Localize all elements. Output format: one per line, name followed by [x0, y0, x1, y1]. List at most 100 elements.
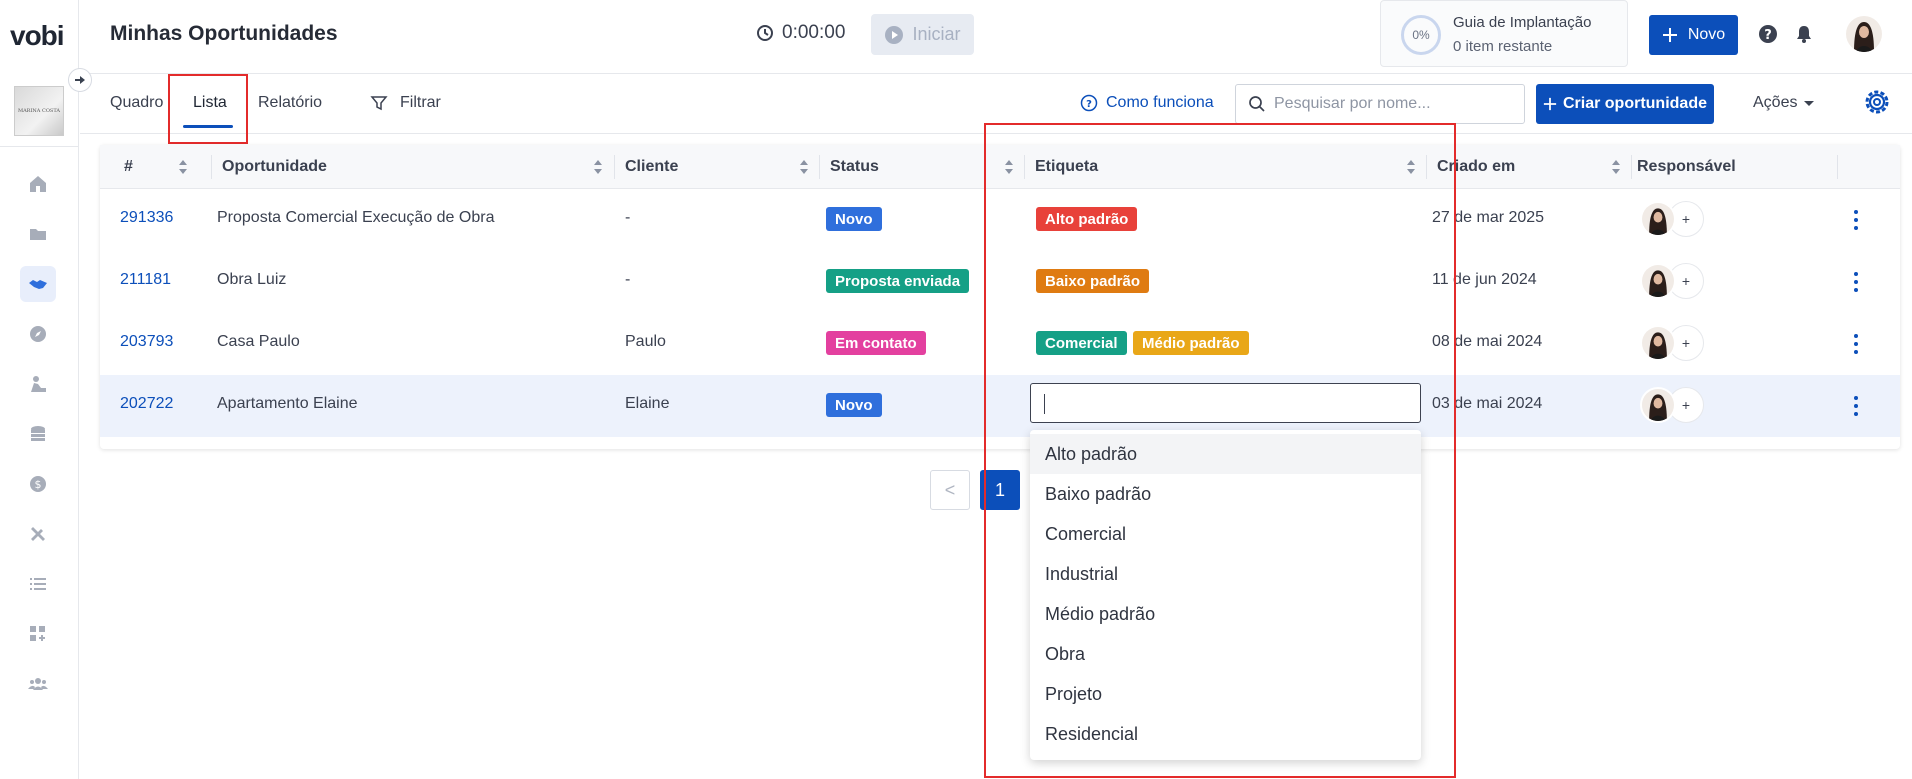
guide-title: Guia de Implantação — [1453, 14, 1592, 31]
start-timer-button[interactable]: Iniciar — [871, 14, 974, 55]
implementation-guide[interactable]: 0% Guia de Implantação 0 item restante — [1380, 0, 1628, 67]
column-separator — [1837, 155, 1838, 179]
responsible-avatar[interactable] — [1640, 201, 1676, 237]
how-it-works-label: Como funciona — [1106, 94, 1214, 111]
opportunity-id-link[interactable]: 211181 — [120, 271, 171, 289]
add-responsible-label: + — [1681, 273, 1691, 289]
client-name: Paulo — [625, 333, 666, 350]
sidebar-item-list[interactable] — [20, 566, 56, 602]
home-icon — [30, 176, 46, 192]
play-icon — [885, 25, 904, 44]
add-responsible-label: + — [1681, 335, 1691, 351]
sidebar-toggle-button[interactable] — [68, 68, 92, 92]
worker-icon — [31, 376, 46, 392]
avatar-photo — [1846, 16, 1882, 52]
sidebar-item-finance[interactable] — [20, 416, 56, 452]
question-circle-icon: ? — [1080, 94, 1098, 112]
tag-column-annotation-box — [984, 123, 1456, 778]
opportunity-id-link[interactable]: 202722 — [120, 395, 173, 413]
sidebar-item-projects[interactable] — [20, 216, 56, 252]
row-menu-icon — [1854, 210, 1858, 230]
tab-quadro[interactable]: Quadro — [110, 94, 163, 112]
add-responsible-label: + — [1681, 211, 1691, 227]
sidebar-item-team[interactable] — [20, 666, 56, 702]
notifications-button[interactable] — [1794, 24, 1814, 49]
tab-annotation-box — [168, 74, 248, 144]
timer: 0:00:00 — [756, 22, 845, 44]
pagination-prev-button[interactable]: < — [930, 470, 970, 510]
sidebar-item-apps[interactable] — [20, 616, 56, 652]
column-separator — [614, 155, 615, 179]
filter-label: Filtrar — [400, 94, 441, 111]
search-field[interactable] — [1235, 84, 1525, 124]
company-logo-text: MARINA COSTA — [17, 108, 61, 114]
row-menu-icon — [1854, 334, 1858, 354]
sidebar: vobi MARINA COSTA $ — [0, 0, 79, 779]
opportunity-name[interactable]: Apartamento Elaine — [217, 395, 358, 413]
svg-text:?: ? — [1764, 28, 1772, 43]
dollar-icon: $ — [30, 476, 46, 492]
guide-progress-ring: 0% — [1401, 15, 1441, 55]
responsible-avatar[interactable] — [1640, 263, 1676, 299]
filter-button[interactable]: Filtrar — [370, 94, 441, 112]
help-button[interactable]: ? — [1758, 24, 1778, 49]
column-separator — [1631, 155, 1632, 179]
gear-icon — [1865, 90, 1889, 114]
status-badge[interactable]: Novo — [826, 393, 882, 417]
responsible-avatar[interactable] — [1640, 325, 1676, 361]
team-icon — [28, 678, 48, 690]
bell-icon — [1797, 26, 1811, 43]
apps-add-icon — [30, 626, 45, 641]
sidebar-item-compass[interactable] — [20, 316, 56, 352]
status-badge[interactable]: Em contato — [826, 331, 926, 355]
actions-label: Ações — [1753, 94, 1798, 111]
avatar-photo — [1642, 389, 1674, 421]
sort-icon — [1612, 160, 1620, 174]
svg-text:$: $ — [35, 478, 42, 491]
client-name: - — [625, 271, 631, 288]
create-opportunity-label: Criar oportunidade — [1562, 95, 1707, 112]
status-badge[interactable]: Novo — [826, 207, 882, 231]
plus-icon — [1543, 97, 1557, 111]
search-input[interactable] — [1274, 95, 1514, 113]
opportunity-id-link[interactable]: 291336 — [120, 209, 173, 227]
column-header-status[interactable]: Status — [830, 158, 879, 176]
how-it-works-link[interactable]: ? Como funciona — [1080, 94, 1214, 112]
sidebar-item-workers[interactable] — [20, 366, 56, 402]
user-avatar[interactable] — [1846, 16, 1882, 52]
opportunity-name[interactable]: Proposta Comercial Execução de Obra — [217, 209, 494, 227]
compass-icon — [30, 326, 46, 342]
search-icon — [1249, 96, 1265, 112]
sidebar-divider — [0, 146, 79, 147]
top-bar: Minhas Oportunidades 0:00:00 Iniciar 0% … — [80, 0, 1912, 74]
avatar-photo — [1642, 265, 1674, 297]
filter-icon — [370, 96, 388, 111]
opportunity-name[interactable]: Obra Luiz — [217, 271, 286, 289]
opportunity-name[interactable]: Casa Paulo — [217, 333, 300, 351]
actions-dropdown[interactable]: Ações — [1753, 94, 1815, 112]
sidebar-item-home[interactable] — [20, 166, 56, 202]
column-header-responsible[interactable]: Responsável — [1637, 158, 1736, 176]
column-header-opportunity[interactable]: Oportunidade — [222, 158, 327, 176]
tab-relatorio[interactable]: Relatório — [258, 94, 322, 112]
column-header-id[interactable]: # — [124, 158, 133, 176]
create-opportunity-button[interactable]: Criar oportunidade — [1536, 84, 1714, 124]
arrow-right-icon — [75, 76, 85, 84]
status-badge[interactable]: Proposta enviada — [826, 269, 970, 293]
opportunity-id-link[interactable]: 203793 — [120, 333, 173, 351]
row-menu-icon — [1854, 396, 1858, 416]
app-logo[interactable]: vobi — [10, 20, 65, 52]
sort-icon — [594, 160, 602, 174]
new-button-label: Novo — [1687, 26, 1726, 43]
sidebar-item-opportunities[interactable] — [20, 266, 56, 302]
handshake-icon — [29, 280, 47, 289]
column-header-client[interactable]: Cliente — [625, 158, 678, 176]
responsible-avatar[interactable] — [1640, 387, 1676, 423]
settings-button[interactable] — [1863, 88, 1891, 121]
new-button[interactable]: Novo — [1649, 15, 1738, 55]
guide-percent: 0% — [1412, 28, 1430, 42]
sidebar-item-tools[interactable] — [20, 516, 56, 552]
company-logo[interactable]: MARINA COSTA — [14, 86, 64, 136]
help-icon: ? — [1759, 25, 1777, 43]
sidebar-item-payments[interactable]: $ — [20, 466, 56, 502]
